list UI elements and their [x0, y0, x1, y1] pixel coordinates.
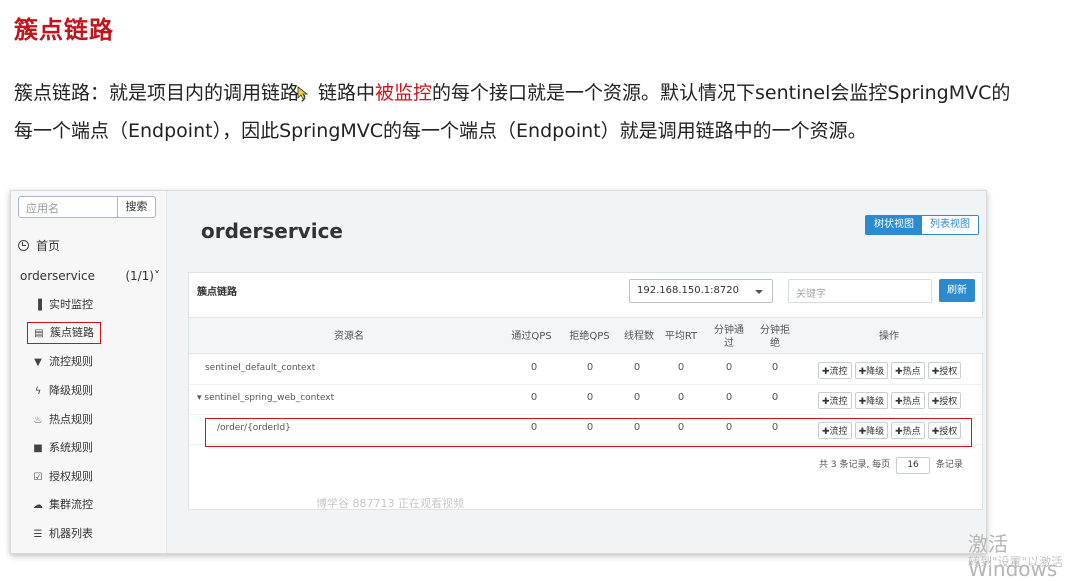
- resource-name[interactable]: ▾ sentinel_spring_web_context: [197, 393, 334, 403]
- sidebar-item-system-rules[interactable]: ■ 系统规则: [33, 439, 93, 457]
- sidebar: 应用名 搜索 首页 orderservice (1/1)˅ ▐ 实时监控 ▤ 簇点链…: [11, 191, 167, 553]
- list-icon: ▤: [34, 328, 44, 339]
- check-circle-icon: ☑: [33, 472, 43, 483]
- table-row: ▾ sentinel_spring_web_context 0 0 0 0 0 …: [189, 385, 984, 415]
- col-ops: 操作: [879, 331, 899, 342]
- col-threads: 线程数: [624, 331, 654, 342]
- col-block-qps: 拒绝QPS: [569, 331, 610, 342]
- hotspot-button[interactable]: ✚热点: [891, 392, 925, 409]
- degrade-button[interactable]: ✚降级: [854, 392, 889, 409]
- para-text-a: 簇点链路：就是项目内的调用链路，链路中: [14, 82, 376, 104]
- page-size-input[interactable]: 16: [896, 457, 931, 474]
- row-actions: ✚流控 ✚降级 ✚热点 ✚授权: [818, 362, 962, 379]
- degrade-button[interactable]: ✚降级: [854, 362, 889, 379]
- refresh-button[interactable]: 刷新: [939, 279, 975, 302]
- view-toggle: 树状视图 列表视图: [865, 215, 979, 235]
- fire-icon: ♨: [33, 415, 43, 426]
- table-header: 资源名 通过QPS 拒绝QPS 线程数 平均RT 分钟通过 分钟拒绝 操作: [189, 317, 984, 354]
- cloud-icon: ☁: [33, 500, 43, 511]
- app-search-input[interactable]: 应用名: [18, 196, 118, 218]
- list-ul-icon: ☰: [33, 529, 43, 540]
- para-line-2: 每一个端点（Endpoint），因此SpringMVC的每一个端点（Endpoi…: [14, 120, 867, 142]
- sidebar-item-hotspot-rules[interactable]: ♨ 热点规则: [33, 411, 93, 429]
- filter-icon: ▼: [34, 357, 42, 368]
- tree-view-button[interactable]: 树状视图: [866, 216, 922, 234]
- sidebar-app-orderservice[interactable]: orderservice (1/1)˅: [20, 269, 160, 283]
- doc-paragraph: 簇点链路：就是项目内的调用链路，链路中被监控的每个接口就是一个资源。默认情况下s…: [14, 74, 1084, 150]
- para-text-b: 的每个接口就是一个资源。默认情况下sentinel会监控SpringMVC的: [432, 82, 1011, 104]
- mouse-cursor-icon: [297, 86, 309, 100]
- bolt-icon: ϟ: [34, 386, 42, 397]
- app-name: orderservice: [20, 269, 95, 283]
- bar-chart-icon: ▐: [34, 300, 42, 311]
- machine-select[interactable]: 192.168.150.1:8720: [629, 279, 773, 303]
- home-label: 首页: [36, 239, 61, 253]
- col-min-pass: 分钟通过: [714, 324, 744, 349]
- lock-icon: ■: [33, 443, 43, 454]
- list-view-button[interactable]: 列表视图: [922, 216, 978, 234]
- col-min-block: 分钟拒绝: [760, 324, 790, 349]
- sidebar-item-flow-rules[interactable]: ▼ 流控规则: [33, 353, 93, 371]
- pagination: 共 3 条记录, 每页 16 条记录: [819, 457, 963, 474]
- sidebar-item-cluster-link[interactable]: ▤ 簇点链路: [27, 322, 101, 344]
- sidebar-item-cluster-flow[interactable]: ☁ 集群流控: [33, 496, 93, 514]
- authority-button[interactable]: ✚授权: [927, 362, 962, 379]
- hotspot-button[interactable]: ✚热点: [891, 362, 925, 379]
- sidebar-item-home[interactable]: 首页: [18, 237, 60, 254]
- flow-control-button[interactable]: ✚流控: [818, 362, 852, 379]
- main-content: orderservice 树状视图 列表视图 簇点链路 192.168.150.…: [168, 191, 986, 553]
- resource-panel: 簇点链路 192.168.150.1:8720 关键字 刷新 资源名 通过QPS…: [188, 272, 984, 510]
- video-watermark: 博学谷 887713 正在观看视频: [316, 497, 464, 510]
- panel-title: 簇点链路: [197, 287, 237, 298]
- sentinel-dashboard-screenshot: 应用名 搜索 首页 orderservice (1/1)˅ ▐ 实时监控 ▤ 簇点链…: [10, 190, 987, 554]
- row-actions: ✚流控 ✚降级 ✚热点 ✚授权: [818, 392, 962, 409]
- sidebar-item-degrade-rules[interactable]: ϟ 降级规则: [33, 382, 93, 400]
- search-button[interactable]: 搜索: [117, 196, 156, 218]
- caret-down-icon: [755, 290, 763, 294]
- doc-title: 簇点链路: [14, 16, 114, 44]
- chevron-down-icon: ˅: [154, 269, 160, 283]
- resource-name: sentinel_default_context: [205, 363, 316, 373]
- sidebar-item-realtime[interactable]: ▐ 实时监控: [33, 296, 93, 314]
- authority-button[interactable]: ✚授权: [927, 392, 962, 409]
- para-highlight: 被监控: [375, 82, 433, 104]
- sidebar-item-machine-list[interactable]: ☰ 机器列表: [33, 525, 93, 543]
- col-resource: 资源名: [334, 331, 364, 342]
- flow-control-button[interactable]: ✚流控: [818, 392, 852, 409]
- highlight-box: [205, 418, 972, 447]
- table-row: sentinel_default_context 0 0 0 0 0 0 ✚流控…: [189, 355, 984, 385]
- keyword-input[interactable]: 关键字: [788, 279, 932, 303]
- sidebar-item-auth-rules[interactable]: ☑ 授权规则: [33, 468, 93, 486]
- app-machine-count: (1/1)˅: [125, 269, 160, 283]
- col-pass-qps: 通过QPS: [511, 331, 552, 342]
- col-avg-rt: 平均RT: [664, 331, 698, 342]
- clock-icon: [18, 240, 29, 251]
- page-title: orderservice: [201, 219, 343, 243]
